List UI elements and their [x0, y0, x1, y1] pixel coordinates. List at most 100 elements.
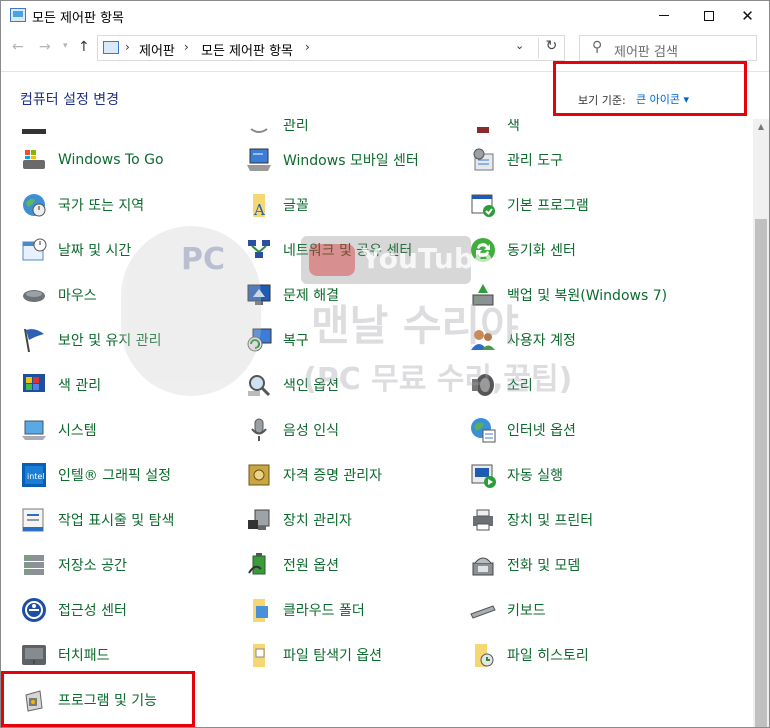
list-item-file-explorer-options[interactable]: 파일 탐색기 옵션 [244, 635, 382, 675]
list-item-work-folders[interactable]: 클라우드 폴더 [244, 590, 365, 630]
fonts-folder-icon: A [244, 190, 274, 220]
breadcrumb-separator[interactable]: › [305, 40, 310, 54]
close-icon: ✕ [741, 6, 754, 25]
breadcrumb-separator[interactable]: › [125, 40, 130, 54]
list-item-default-programs[interactable]: 기본 프로그램 [468, 185, 589, 225]
list-item-intel-graphics[interactable]: intel 인텔® 그래픽 설정 [19, 455, 171, 495]
recent-locations-button[interactable]: ▾ [63, 41, 68, 51]
address-bar[interactable]: › 제어판 › 모든 제어판 항목 › ⌄ ↻ [97, 35, 565, 61]
list-item-date-time[interactable]: 날짜 및 시간 [19, 230, 131, 270]
intel-graphics-icon: intel [19, 460, 49, 490]
power-options-icon [244, 550, 274, 580]
user-accounts-icon [468, 325, 498, 355]
list-item-sound[interactable]: 소리 [468, 365, 533, 405]
list-item-file-history[interactable]: 파일 히스토리 [468, 635, 589, 675]
system-laptop-icon [19, 415, 49, 445]
refresh-button[interactable]: ↻ [538, 38, 564, 58]
list-item-autoplay[interactable]: 자동 실행 [468, 455, 563, 495]
close-button[interactable]: ✕ [725, 1, 769, 30]
list-item-storage-spaces[interactable]: 저장소 공간 [19, 545, 127, 585]
admin-tools-icon [468, 145, 498, 175]
autoplay-icon [468, 460, 498, 490]
touchpad-icon [19, 640, 49, 670]
usb-drive-icon [19, 145, 49, 175]
view-by-highlight [553, 61, 747, 116]
maximize-icon [703, 10, 714, 21]
file-history-icon [468, 640, 498, 670]
taskbar-icon [19, 505, 49, 535]
mouse-icon [19, 280, 49, 310]
list-item-network-sharing[interactable]: 네트워크 및 공유 센터 [244, 230, 412, 270]
indexing-icon [244, 370, 274, 400]
breadcrumb-separator[interactable]: › [184, 40, 189, 54]
refresh-icon: ↻ [545, 38, 558, 54]
list-item-mobility-center[interactable]: Windows 모바일 센터 [244, 140, 419, 180]
breadcrumb-control-panel[interactable]: 제어판 [139, 40, 175, 59]
list-item-admin-tools[interactable]: 관리 도구 [468, 140, 563, 180]
search-input[interactable]: ⚲ 제어판 검색 [579, 35, 757, 61]
device-manager-icon [244, 505, 274, 535]
navigation-bar: ← → ▾ ↑ › 제어판 › 모든 제어판 항목 › ⌄ ↻ ⚲ 제어판 검색 [1, 31, 769, 65]
breadcrumb-all-items[interactable]: 모든 제어판 항목 [201, 40, 293, 59]
programs-features-highlight [1, 671, 195, 727]
list-item-credential-manager[interactable]: 자격 증명 관리자 [244, 455, 382, 495]
title-bar: 모든 제어판 항목 ✕ [1, 1, 769, 31]
minimize-button[interactable] [641, 1, 686, 30]
back-button[interactable]: ← [12, 39, 24, 55]
phone-modem-icon [468, 550, 498, 580]
calendar-clock-icon [19, 235, 49, 265]
control-panel-items: Windows To Go 국가 또는 지역 날짜 및 시간 마우스 보안 및 … [1, 119, 753, 727]
list-item-sync-center[interactable]: 동기화 센터 [468, 230, 576, 270]
list-item-internet-options[interactable]: 인터넷 옵션 [468, 410, 576, 450]
search-icon: ⚲ [592, 39, 603, 55]
folder-options-icon [244, 640, 274, 670]
watermark-brand: PC [181, 242, 226, 277]
list-item-color-management[interactable]: 색 관리 [19, 365, 101, 405]
list-item-speech-recognition[interactable]: 음성 인식 [244, 410, 339, 450]
list-item-indexing[interactable]: 색인 옵션 [244, 365, 339, 405]
list-item-security-maintenance[interactable]: 보안 및 유지 관리 [19, 320, 162, 360]
list-item-taskbar[interactable]: 작업 표시줄 및 탐색 [19, 500, 174, 540]
list-item-user-accounts[interactable]: 사용자 계정 [468, 320, 576, 360]
list-item-region[interactable]: 국가 또는 지역 [19, 185, 144, 225]
list-item-windows-to-go[interactable]: Windows To Go [19, 140, 164, 180]
up-button[interactable]: ↑ [78, 39, 90, 55]
list-item-fonts[interactable]: A 글꼴 [244, 185, 309, 225]
list-item-ease-of-access[interactable]: 접근성 센터 [19, 590, 127, 630]
list-item-devices-printers[interactable]: 장치 및 프린터 [468, 500, 593, 540]
list-item-recovery[interactable]: 복구 [244, 320, 309, 360]
control-panel-icon [10, 8, 26, 22]
scroll-up-icon[interactable]: ▲ [753, 119, 769, 135]
vertical-scrollbar[interactable]: ▲ [753, 119, 769, 727]
flag-icon [19, 325, 49, 355]
credential-vault-icon [244, 460, 274, 490]
globe-clock-icon [19, 190, 49, 220]
list-item-touchpad[interactable]: 터치패드 [19, 635, 110, 675]
list-item-system[interactable]: 시스템 [19, 410, 97, 450]
minimize-icon [658, 15, 669, 16]
list-item-backup-restore[interactable]: 백업 및 복원(Windows 7) [468, 275, 667, 315]
list-item-power-options[interactable]: 전원 옵션 [244, 545, 339, 585]
list-item-mouse[interactable]: 마우스 [19, 275, 97, 315]
watermark-logo [121, 226, 261, 396]
list-item-phone-modem[interactable]: 전화 및 모뎀 [468, 545, 580, 585]
list-item-keyboard[interactable]: 키보드 [468, 590, 546, 630]
control-panel-window: 모든 제어판 항목 ✕ ← → ▾ ↑ › 제어판 › 모든 제어판 항목 › … [0, 0, 770, 728]
internet-options-icon [468, 415, 498, 445]
mobility-center-icon [244, 145, 274, 175]
page-title: 컴퓨터 설정 변경 [20, 92, 120, 108]
color-management-icon [19, 370, 49, 400]
list-item-device-manager[interactable]: 장치 관리자 [244, 500, 352, 540]
keyboard-icon [468, 595, 498, 625]
list-item-troubleshooting[interactable]: 문제 해결 [244, 275, 339, 315]
window-title: 모든 제어판 항목 [32, 11, 124, 26]
storage-spaces-icon [19, 550, 49, 580]
forward-button[interactable]: → [39, 39, 51, 55]
control-panel-icon [103, 41, 119, 54]
scrollbar-thumb[interactable] [755, 219, 767, 727]
address-dropdown-button[interactable]: ⌄ [515, 39, 524, 52]
network-icon [244, 235, 274, 265]
troubleshoot-icon [244, 280, 274, 310]
default-programs-icon [468, 190, 498, 220]
partial-icon [19, 119, 49, 140]
